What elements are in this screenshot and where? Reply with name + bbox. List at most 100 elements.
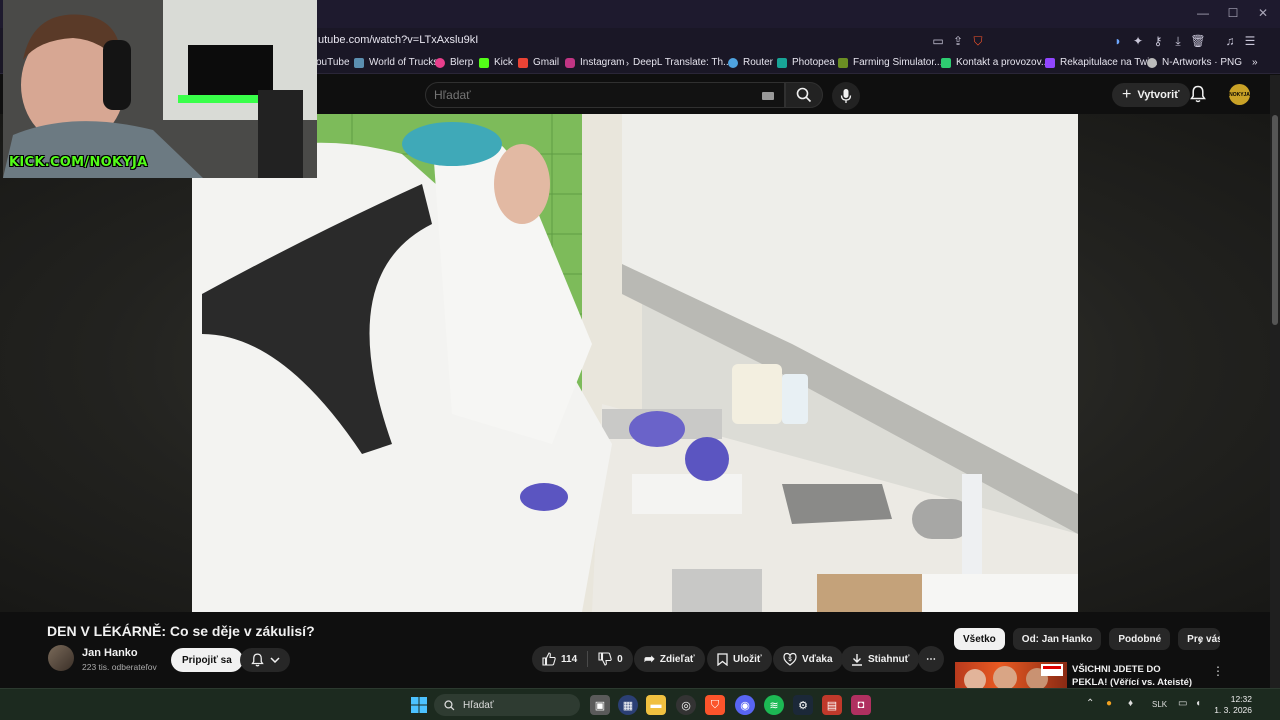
bookmark-instagram[interactable]: Instagram bbox=[565, 57, 624, 68]
windows-start-icon[interactable] bbox=[409, 695, 429, 715]
account-avatar[interactable]: NOKYJA bbox=[1229, 84, 1250, 105]
bookmark-label: Blerp bbox=[450, 57, 474, 68]
svg-text:$: $ bbox=[788, 657, 792, 663]
bookmark-label: Kick bbox=[494, 57, 513, 68]
bookmark-label: Kontakt a provozov... bbox=[956, 57, 1050, 68]
chip-related[interactable]: Podobné bbox=[1109, 628, 1171, 650]
tray-app-icon[interactable]: ● bbox=[1106, 698, 1112, 709]
reader-view-icon[interactable]: ▭ bbox=[928, 32, 948, 50]
recommended-title[interactable]: VŠICHNI JDETE DO PEKLA! (Věřící vs. Atei… bbox=[1072, 663, 1197, 689]
bookmarks-overflow-button[interactable]: » bbox=[1252, 57, 1258, 68]
spotify-icon[interactable]: ≋ bbox=[764, 695, 784, 715]
video-player[interactable] bbox=[192, 114, 1078, 612]
maximize-button[interactable]: ☐ bbox=[1218, 6, 1248, 20]
related-filter-chips: Všetko Od: Jan Hanko Podobné Pre vás bbox=[954, 628, 1221, 650]
app-pink-icon[interactable]: ◘ bbox=[851, 695, 871, 715]
bookmark-router[interactable]: Router bbox=[728, 57, 773, 68]
share-button[interactable]: ➦ Zdieľať bbox=[634, 646, 705, 672]
kick-channel-label: KICK.COM/NOKYJA bbox=[9, 155, 148, 170]
share-icon[interactable]: ⇪ bbox=[948, 32, 968, 50]
bookmark-kick[interactable]: Kick bbox=[479, 57, 513, 68]
close-button[interactable]: ✕ bbox=[1248, 6, 1278, 20]
bookmark-label: DeepL Translate: Th... bbox=[633, 57, 732, 68]
bookmark-photopea[interactable]: Photopea bbox=[777, 57, 835, 68]
bookmark-n-artworks[interactable]: N-Artworks · PNG bbox=[1147, 57, 1242, 68]
bookmark-icon bbox=[717, 652, 728, 666]
recommended-thumbnail[interactable] bbox=[955, 662, 1067, 688]
file-explorer-icon[interactable]: ▬ bbox=[646, 695, 666, 715]
channel-avatar[interactable] bbox=[48, 645, 74, 671]
chrome-icon[interactable]: ◎ bbox=[676, 695, 696, 715]
network-icon[interactable]: ▭ bbox=[1178, 698, 1187, 709]
bookmark-rekapitulace[interactable]: Rekapitulace na Twi... bbox=[1045, 57, 1158, 68]
bookmark-youtube[interactable]: ouTube bbox=[316, 57, 350, 68]
speech-icon[interactable]: ◗ bbox=[1108, 32, 1128, 50]
bookmark-deepl[interactable]: › DeepL Translate: Th... bbox=[626, 57, 731, 68]
voice-search-button[interactable] bbox=[832, 82, 860, 110]
thanks-label: Vďaka bbox=[802, 653, 833, 665]
create-button[interactable]: + Vytvoriť bbox=[1112, 83, 1190, 107]
page-scrollbar[interactable] bbox=[1270, 75, 1280, 688]
join-button[interactable]: Pripojiť sa bbox=[171, 648, 243, 672]
volume-icon[interactable]: ◖ bbox=[1195, 698, 1201, 709]
thumbs-up-icon bbox=[542, 652, 556, 666]
create-label: Vytvoriť bbox=[1137, 89, 1180, 101]
bell-icon bbox=[250, 653, 264, 667]
language-indicator[interactable]: SLK bbox=[1152, 700, 1167, 709]
keyboard-icon[interactable] bbox=[762, 92, 774, 100]
tray-overflow-icon[interactable]: ⌃ bbox=[1086, 698, 1094, 709]
minimize-button[interactable]: — bbox=[1188, 6, 1218, 20]
video-title: DEN V LÉKÁRNĚ: Co se děje v zákulisí? bbox=[47, 623, 315, 639]
download-button[interactable]: Stiahnuť bbox=[841, 646, 920, 672]
steam-icon[interactable]: ⚙ bbox=[793, 695, 813, 715]
chip-from-channel[interactable]: Od: Jan Hanko bbox=[1012, 628, 1102, 650]
bookmark-farming-simulator[interactable]: Farming Simulator... bbox=[838, 57, 942, 68]
extensions-icon[interactable]: ✦ bbox=[1128, 32, 1148, 50]
recommended-more-button[interactable]: ⋮ bbox=[1212, 664, 1224, 678]
app-icon[interactable]: ▦ bbox=[618, 695, 638, 715]
video-frame bbox=[192, 114, 1078, 612]
channel-name[interactable]: Jan Hanko bbox=[82, 647, 138, 659]
deepl-icon: › bbox=[626, 57, 629, 68]
tray-mic-icon[interactable]: ♦ bbox=[1128, 698, 1133, 709]
like-button[interactable]: 114 bbox=[532, 646, 587, 672]
chips-next-button[interactable]: › bbox=[1198, 632, 1203, 648]
task-view-icon[interactable]: ▣ bbox=[590, 695, 610, 715]
bookmark-blerp[interactable]: Blerp bbox=[435, 57, 473, 68]
clock[interactable]: 12:32 1. 3. 2026 bbox=[1214, 694, 1252, 716]
router-icon bbox=[728, 57, 738, 68]
key-icon[interactable]: ⚷ bbox=[1148, 32, 1168, 50]
more-actions-button[interactable]: ⋯ bbox=[918, 646, 944, 672]
bookmark-kontakt[interactable]: Kontakt a provozov... bbox=[941, 57, 1049, 68]
search-button[interactable] bbox=[785, 82, 823, 108]
taskbar: Hľadať ▣ ▦ ▬ ◎ ⛉ ◉ ≋ ⚙ ▤ ◘ ⌃ ● ♦ SLK ▭ ◖… bbox=[0, 688, 1280, 720]
taskbar-search[interactable]: Hľadať bbox=[434, 694, 580, 716]
notifications-button[interactable] bbox=[1190, 85, 1206, 108]
like-count: 114 bbox=[561, 653, 578, 665]
bookmark-label: World of Trucks bbox=[369, 57, 439, 68]
scrollbar-thumb[interactable] bbox=[1272, 115, 1278, 325]
webcam-image bbox=[3, 0, 317, 178]
url-text[interactable]: utube.com/watch?v=LTxAxslu9kI bbox=[318, 34, 478, 46]
photopea-icon bbox=[777, 57, 787, 68]
save-button[interactable]: Uložiť bbox=[707, 646, 772, 672]
bookmark-world-of-trucks[interactable]: World of Trucks bbox=[354, 57, 438, 68]
bookmark-gmail[interactable]: Gmail bbox=[518, 57, 559, 68]
trash-icon[interactable]: 🗑 bbox=[1188, 32, 1208, 50]
download-icon[interactable]: ⤓ bbox=[1168, 32, 1188, 50]
subscription-notifications-button[interactable] bbox=[240, 648, 290, 672]
brave-icon[interactable]: ⛉ bbox=[705, 695, 725, 715]
dislike-button[interactable]: 0 bbox=[588, 646, 633, 672]
search-box[interactable] bbox=[425, 82, 785, 108]
brave-shield-icon[interactable]: ⛉ bbox=[968, 32, 988, 50]
bookmark-label: Rekapitulace na Twi... bbox=[1060, 57, 1158, 68]
menu-icon[interactable]: ☰ bbox=[1240, 32, 1260, 50]
voicemeeter-icon[interactable]: ▤ bbox=[822, 695, 842, 715]
like-dislike-group: 114 0 bbox=[532, 646, 633, 672]
discord-icon[interactable]: ◉ bbox=[735, 695, 755, 715]
music-icon[interactable]: ♫ bbox=[1220, 32, 1240, 50]
thanks-button[interactable]: $ Vďaka bbox=[773, 646, 843, 672]
clock-time: 12:32 bbox=[1230, 694, 1252, 704]
chip-all[interactable]: Všetko bbox=[954, 628, 1005, 650]
search-input[interactable] bbox=[434, 88, 734, 102]
